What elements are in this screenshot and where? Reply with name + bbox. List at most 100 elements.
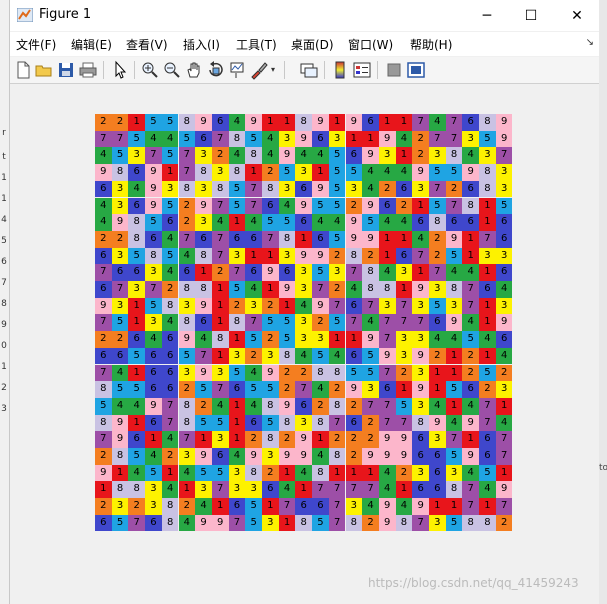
grid-cell: 4 (111, 364, 129, 382)
menu-tools[interactable]: 工具(T) (236, 36, 277, 53)
grid-cell: 4 (328, 214, 346, 231)
show-plot-tools-icon[interactable] (406, 60, 426, 80)
menu-edit[interactable]: 编辑(E) (71, 36, 112, 53)
minimize-button[interactable]: ─ (464, 0, 510, 31)
dock-arrow-icon[interactable]: ↘ (586, 37, 594, 48)
grid-cell: 5 (445, 247, 463, 265)
grid-cell: 3 (495, 180, 513, 198)
close-button[interactable]: ✕ (554, 0, 600, 31)
grid-cell: 1 (228, 397, 246, 415)
legend-icon[interactable] (352, 60, 372, 80)
menu-insert[interactable]: 插入(I) (183, 36, 220, 53)
grid-cell: 6 (295, 214, 313, 231)
grid-cell: 8 (445, 481, 463, 499)
grid-cell: 7 (462, 281, 480, 298)
brush-icon[interactable] (249, 60, 269, 80)
grid-cell: 4 (479, 331, 496, 348)
grid-cell: 4 (145, 331, 162, 348)
grid-cell: 6 (395, 247, 413, 265)
grid-cell: 1 (211, 498, 229, 515)
grid-cell: 8 (245, 147, 262, 165)
grid-cell: 2 (161, 448, 179, 465)
menu-view[interactable]: 查看(V) (126, 36, 168, 53)
grid-cell: 6 (295, 498, 313, 515)
grid-cell: 6 (95, 281, 112, 298)
grid-cell: 7 (429, 264, 446, 281)
grid-cell: 5 (445, 448, 463, 465)
menu-window[interactable]: 窗口(W) (348, 36, 393, 53)
zoom-in-icon[interactable] (140, 60, 160, 80)
grid-cell: 8 (228, 164, 246, 181)
grid-cell: 6 (228, 230, 246, 248)
maximize-button[interactable]: ☐ (508, 0, 554, 31)
zoom-out-icon[interactable] (162, 60, 182, 80)
grid-cell: 1 (479, 314, 496, 332)
grid-cell: 7 (161, 397, 179, 415)
grid-cell: 9 (295, 431, 313, 448)
grid-cell: 8 (161, 297, 179, 315)
grid-cell: 5 (445, 514, 463, 532)
grid-cell: 5 (245, 331, 262, 348)
link-icon[interactable] (299, 60, 319, 80)
pointer-icon[interactable] (110, 60, 130, 80)
brush-dropdown-icon[interactable]: ▾ (271, 65, 275, 74)
grid-cell: 9 (295, 130, 313, 148)
grid-cell: 9 (395, 431, 413, 448)
grid-cell: 9 (495, 114, 513, 131)
grid-cell: 5 (328, 197, 346, 215)
grid-cell: 4 (462, 264, 480, 281)
grid-cell: 2 (445, 180, 463, 198)
grid-cell: 3 (412, 397, 429, 415)
grid-cell: 5 (429, 197, 446, 215)
grid-cell: 1 (295, 481, 313, 499)
print-icon[interactable] (78, 60, 98, 80)
grid-cell: 6 (295, 180, 313, 198)
grid-cell: 7 (295, 381, 313, 398)
grid-cell: 4 (161, 230, 179, 248)
grid-cell: 7 (345, 481, 363, 499)
grid-cell: 5 (161, 147, 179, 165)
menu-help[interactable]: 帮助(H) (410, 36, 452, 53)
save-icon[interactable] (56, 60, 76, 80)
grid-cell: 1 (211, 347, 229, 365)
hide-plot-tools-icon[interactable] (384, 60, 404, 80)
grid-cell: 5 (161, 114, 179, 131)
grid-cell: 9 (262, 364, 279, 382)
rotate-icon[interactable] (206, 60, 226, 80)
grid-cell: 1 (328, 464, 346, 482)
grid-cell: 7 (95, 130, 112, 148)
grid-cell: 5 (262, 214, 279, 231)
grid-cell: 6 (378, 381, 396, 398)
pan-icon[interactable] (184, 60, 204, 80)
grid-cell: 3 (195, 147, 212, 165)
toolbar-separator (103, 61, 104, 79)
grid-cell: 3 (312, 331, 329, 348)
grid-cell: 3 (245, 297, 262, 315)
menu-desktop[interactable]: 桌面(D) (291, 36, 334, 53)
new-figure-icon[interactable] (13, 60, 33, 80)
grid-cell: 7 (495, 147, 513, 165)
grid-cell: 3 (429, 514, 446, 532)
data-cursor-icon[interactable] (228, 60, 248, 80)
colorbar-icon[interactable] (330, 60, 350, 80)
grid-cell: 2 (262, 331, 279, 348)
grid-cell: 8 (128, 214, 146, 231)
grid-cell: 6 (128, 431, 146, 448)
menu-file[interactable]: 文件(F) (16, 36, 56, 53)
grid-cell: 7 (211, 130, 229, 148)
grid-cell: 8 (479, 164, 496, 181)
grid-cell: 8 (362, 264, 379, 281)
grid-cell: 2 (328, 431, 346, 448)
grid-cell: 6 (145, 364, 162, 382)
grid-cell: 3 (128, 147, 146, 165)
grid-cell: 9 (145, 397, 162, 415)
grid-cell: 1 (445, 347, 463, 365)
grid-cell: 7 (328, 514, 346, 532)
grid-cell: 6 (228, 498, 246, 515)
grid-cell: 9 (195, 364, 212, 382)
open-icon[interactable] (34, 60, 54, 80)
grid-cell: 1 (362, 464, 379, 482)
grid-cell: 1 (195, 264, 212, 281)
grid-cell: 4 (495, 281, 513, 298)
grid-cell: 5 (445, 381, 463, 398)
